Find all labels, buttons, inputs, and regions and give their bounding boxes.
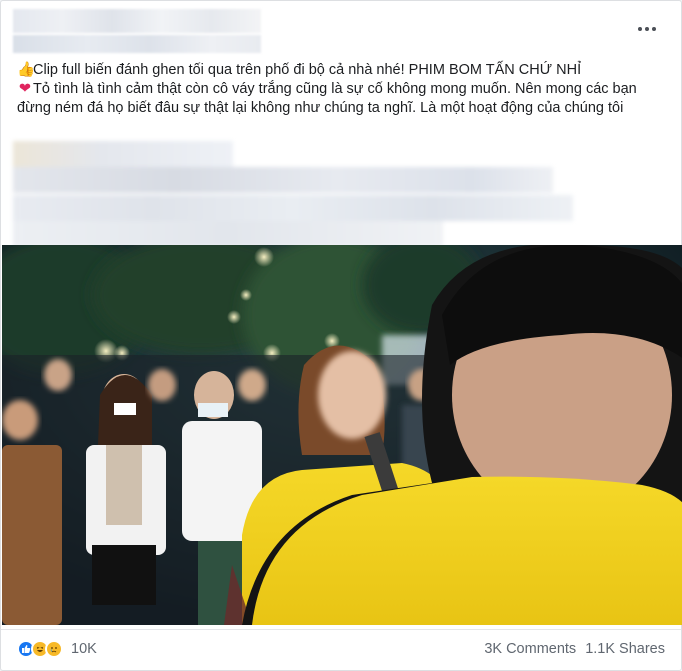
comments-count-link[interactable]: 3K Comments [484, 641, 576, 657]
blurred-author-name [13, 9, 261, 33]
sad-reaction-icon [45, 640, 63, 658]
reactions-summary[interactable]: 10K [17, 640, 97, 658]
facebook-post-card: 👍Clip full biến đánh ghen tối qua trên p… [0, 0, 682, 671]
post-footer: 10K 3K Comments 1.1K Shares [1, 629, 681, 669]
post-text: 👍Clip full biến đánh ghen tối qua trên p… [17, 61, 657, 118]
post-stats: 3K Comments 1.1K Shares [484, 641, 665, 657]
post-line-2: ❤ Tỏ tình là tình cảm thật còn cô váy trắ… [17, 80, 657, 118]
post-line-2-text: Tỏ tình là tình cảm thật còn cô váy trắn… [17, 81, 637, 116]
reaction-count: 10K [71, 641, 97, 657]
heart-emoji-icon: ❤ [18, 81, 32, 97]
shares-count-link[interactable]: 1.1K Shares [585, 641, 665, 657]
post-line-1-text: Clip full biến đánh ghen tối qua trên ph… [33, 62, 582, 78]
more-options-icon[interactable] [635, 21, 659, 37]
blurred-hashtags [13, 137, 593, 247]
post-photo[interactable] [2, 245, 682, 625]
post-line-1: 👍Clip full biến đánh ghen tối qua trên p… [17, 61, 657, 80]
post-header [13, 9, 633, 55]
blurred-post-meta [13, 35, 261, 53]
thumbs-up-emoji-icon: 👍 [17, 62, 36, 78]
